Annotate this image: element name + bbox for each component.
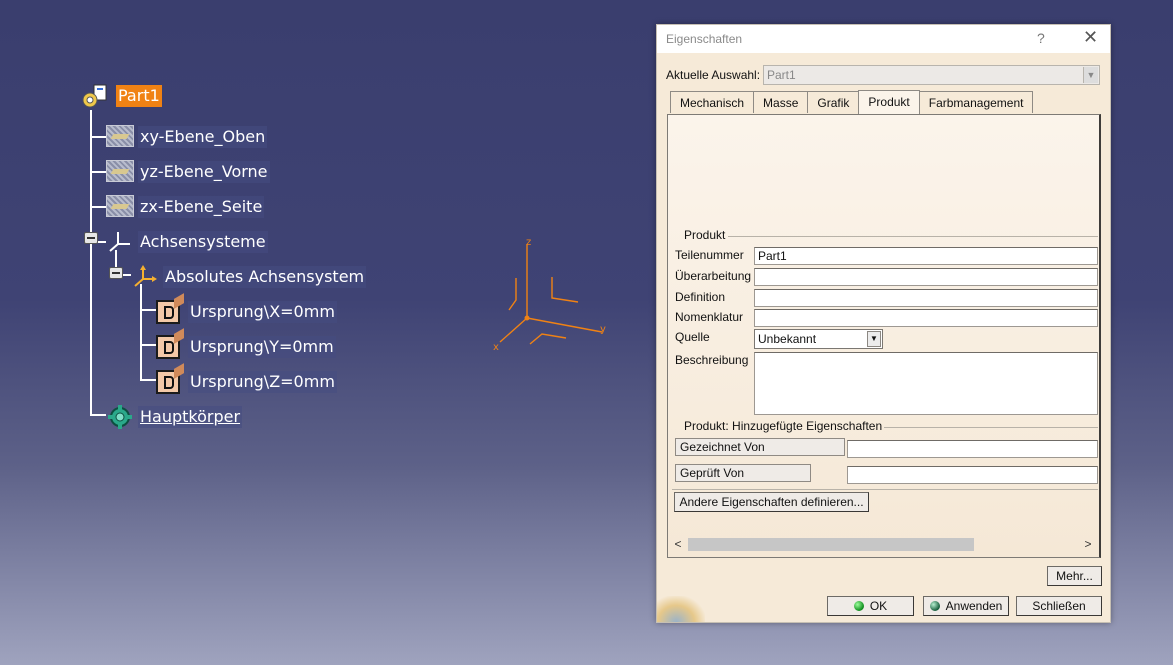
parameter-icon bbox=[156, 300, 184, 324]
dialog-titlebar[interactable]: Eigenschaften ? ✕ bbox=[657, 25, 1110, 53]
checked-by-label: Geprüft Von bbox=[675, 464, 811, 482]
part-number-label: Teilenummer bbox=[675, 248, 744, 262]
group-divider bbox=[884, 427, 1098, 428]
tree-item-label[interactable]: Achsensysteme bbox=[138, 231, 268, 253]
tree-branch-line bbox=[90, 414, 106, 416]
tree-item-xy-plane[interactable]: xy-Ebene_Oben bbox=[106, 125, 268, 149]
tab-graphics[interactable]: Grafik bbox=[807, 91, 860, 113]
close-button[interactable]: Schließen bbox=[1016, 596, 1102, 616]
axis-system-icon bbox=[131, 265, 159, 289]
spec-tree: Part1 xy-Ebene_Oben yz-Ebene_Vorne zx-Eb… bbox=[0, 0, 420, 460]
checked-by-field[interactable] bbox=[847, 466, 1098, 484]
more-button[interactable]: Mehr... bbox=[1047, 566, 1102, 586]
tree-item-label[interactable]: zx-Ebene_Seite bbox=[138, 196, 265, 218]
ok-button[interactable]: OK bbox=[827, 596, 914, 616]
description-label: Beschreibung bbox=[675, 353, 749, 367]
axis-compass: z y x bbox=[493, 237, 606, 353]
tab-mechanical[interactable]: Mechanisch bbox=[670, 91, 755, 113]
compass-y-label: y bbox=[600, 324, 606, 335]
apply-button-label: Anwenden bbox=[945, 599, 1003, 613]
properties-dialog: Eigenschaften ? ✕ Aktuelle Auswahl: Part… bbox=[656, 24, 1111, 623]
scrollbar-thumb[interactable] bbox=[688, 538, 974, 551]
compass-z-label: z bbox=[526, 237, 531, 248]
tree-branch-line bbox=[90, 171, 106, 173]
tree-item-zx-plane[interactable]: zx-Ebene_Seite bbox=[106, 195, 265, 219]
scroll-left-icon[interactable]: < bbox=[670, 536, 686, 552]
parameter-icon bbox=[156, 370, 184, 394]
horizontal-scrollbar[interactable]: < > bbox=[670, 536, 1096, 552]
group-divider bbox=[672, 489, 1098, 490]
tree-item-label[interactable]: Ursprung\Z=0mm bbox=[188, 371, 337, 393]
tab-color-management[interactable]: Farbmanagement bbox=[918, 91, 1034, 113]
tree-item-main-body[interactable]: Hauptkörper bbox=[106, 405, 243, 429]
definition-field[interactable] bbox=[754, 289, 1098, 307]
tab-product[interactable]: Produkt bbox=[858, 90, 920, 114]
description-field[interactable] bbox=[754, 352, 1098, 415]
tree-item-axis-systems[interactable]: Achsensysteme bbox=[106, 230, 268, 254]
tree-branch-line bbox=[140, 309, 156, 311]
tree-branch-line bbox=[90, 136, 106, 138]
body-icon bbox=[106, 405, 134, 429]
tab-mass[interactable]: Masse bbox=[753, 91, 809, 113]
tree-root[interactable]: Part1 bbox=[80, 84, 162, 108]
tree-item-yz-plane[interactable]: yz-Ebene_Vorne bbox=[106, 160, 270, 184]
tab-bar: Mechanisch Masse Grafik Produkt Farbmana… bbox=[670, 90, 1034, 114]
chevron-down-icon[interactable]: ▼ bbox=[1083, 67, 1098, 83]
source-label: Quelle bbox=[675, 330, 710, 344]
product-group-title: Produkt bbox=[684, 228, 726, 242]
definition-label: Definition bbox=[675, 290, 726, 304]
axis-systems-icon bbox=[106, 230, 134, 254]
close-icon[interactable]: ✕ bbox=[1083, 27, 1098, 48]
plane-icon bbox=[106, 160, 134, 184]
apply-status-icon bbox=[929, 600, 940, 611]
define-properties-button[interactable]: Andere Eigenschaften definieren... bbox=[674, 492, 869, 512]
drawn-by-label: Gezeichnet Von bbox=[675, 438, 845, 456]
tree-item-origin-y[interactable]: Ursprung\Y=0mm bbox=[156, 335, 336, 359]
nomenclature-label: Nomenklatur bbox=[675, 310, 744, 324]
tree-item-label[interactable]: Ursprung\X=0mm bbox=[188, 301, 337, 323]
tree-item-label[interactable]: yz-Ebene_Vorne bbox=[138, 161, 270, 183]
chevron-down-icon[interactable]: ▼ bbox=[867, 331, 881, 347]
collapse-toggle[interactable] bbox=[109, 267, 123, 279]
tree-item-origin-x[interactable]: Ursprung\X=0mm bbox=[156, 300, 337, 324]
apply-button[interactable]: Anwenden bbox=[923, 596, 1009, 616]
current-selection-combo[interactable]: Part1 ▼ bbox=[763, 65, 1100, 85]
tree-branch-line bbox=[140, 379, 156, 381]
source-combo[interactable]: Unbekannt ▼ bbox=[754, 329, 883, 349]
scroll-right-icon[interactable]: > bbox=[1080, 536, 1096, 552]
part-icon bbox=[80, 84, 112, 108]
added-props-group-title: Produkt: Hinzugefügte Eigenschaften bbox=[684, 419, 883, 433]
plane-icon bbox=[106, 125, 134, 149]
drawn-by-field[interactable] bbox=[847, 440, 1098, 458]
revision-label: Überarbeitung bbox=[675, 269, 752, 283]
tree-item-label[interactable]: Hauptkörper bbox=[138, 406, 243, 428]
tree-sub-trunk-line bbox=[140, 284, 142, 380]
current-selection-value: Part1 bbox=[767, 68, 796, 82]
collapse-toggle[interactable] bbox=[84, 232, 98, 244]
tree-item-label[interactable]: xy-Ebene_Oben bbox=[138, 126, 268, 148]
tree-root-label[interactable]: Part1 bbox=[116, 85, 162, 107]
product-tab-panel: Produkt Teilenummer Part1 Überarbeitung … bbox=[667, 114, 1101, 558]
nomenclature-field[interactable] bbox=[754, 309, 1098, 327]
tree-trunk-line bbox=[90, 110, 92, 415]
current-selection-label: Aktuelle Auswahl: bbox=[666, 68, 761, 82]
parameter-icon bbox=[156, 335, 184, 359]
source-value: Unbekannt bbox=[758, 332, 817, 346]
dialog-corner-decoration bbox=[657, 596, 705, 622]
tree-branch-line bbox=[90, 206, 106, 208]
dialog-title: Eigenschaften bbox=[666, 32, 743, 46]
part-number-field[interactable]: Part1 bbox=[754, 247, 1098, 265]
tree-item-label[interactable]: Ursprung\Y=0mm bbox=[188, 336, 336, 358]
help-button[interactable]: ? bbox=[1037, 30, 1045, 46]
tree-item-label[interactable]: Absolutes Achsensystem bbox=[163, 266, 367, 288]
revision-field[interactable] bbox=[754, 268, 1098, 286]
plane-icon bbox=[106, 195, 134, 219]
group-divider bbox=[728, 236, 1098, 237]
tree-branch-line bbox=[140, 344, 156, 346]
tree-item-absolute-axis-system[interactable]: Absolutes Achsensystem bbox=[131, 265, 367, 289]
tree-item-origin-z[interactable]: Ursprung\Z=0mm bbox=[156, 370, 337, 394]
ok-status-icon bbox=[853, 600, 864, 611]
ok-button-label: OK bbox=[869, 599, 888, 613]
compass-x-label: x bbox=[493, 342, 499, 353]
